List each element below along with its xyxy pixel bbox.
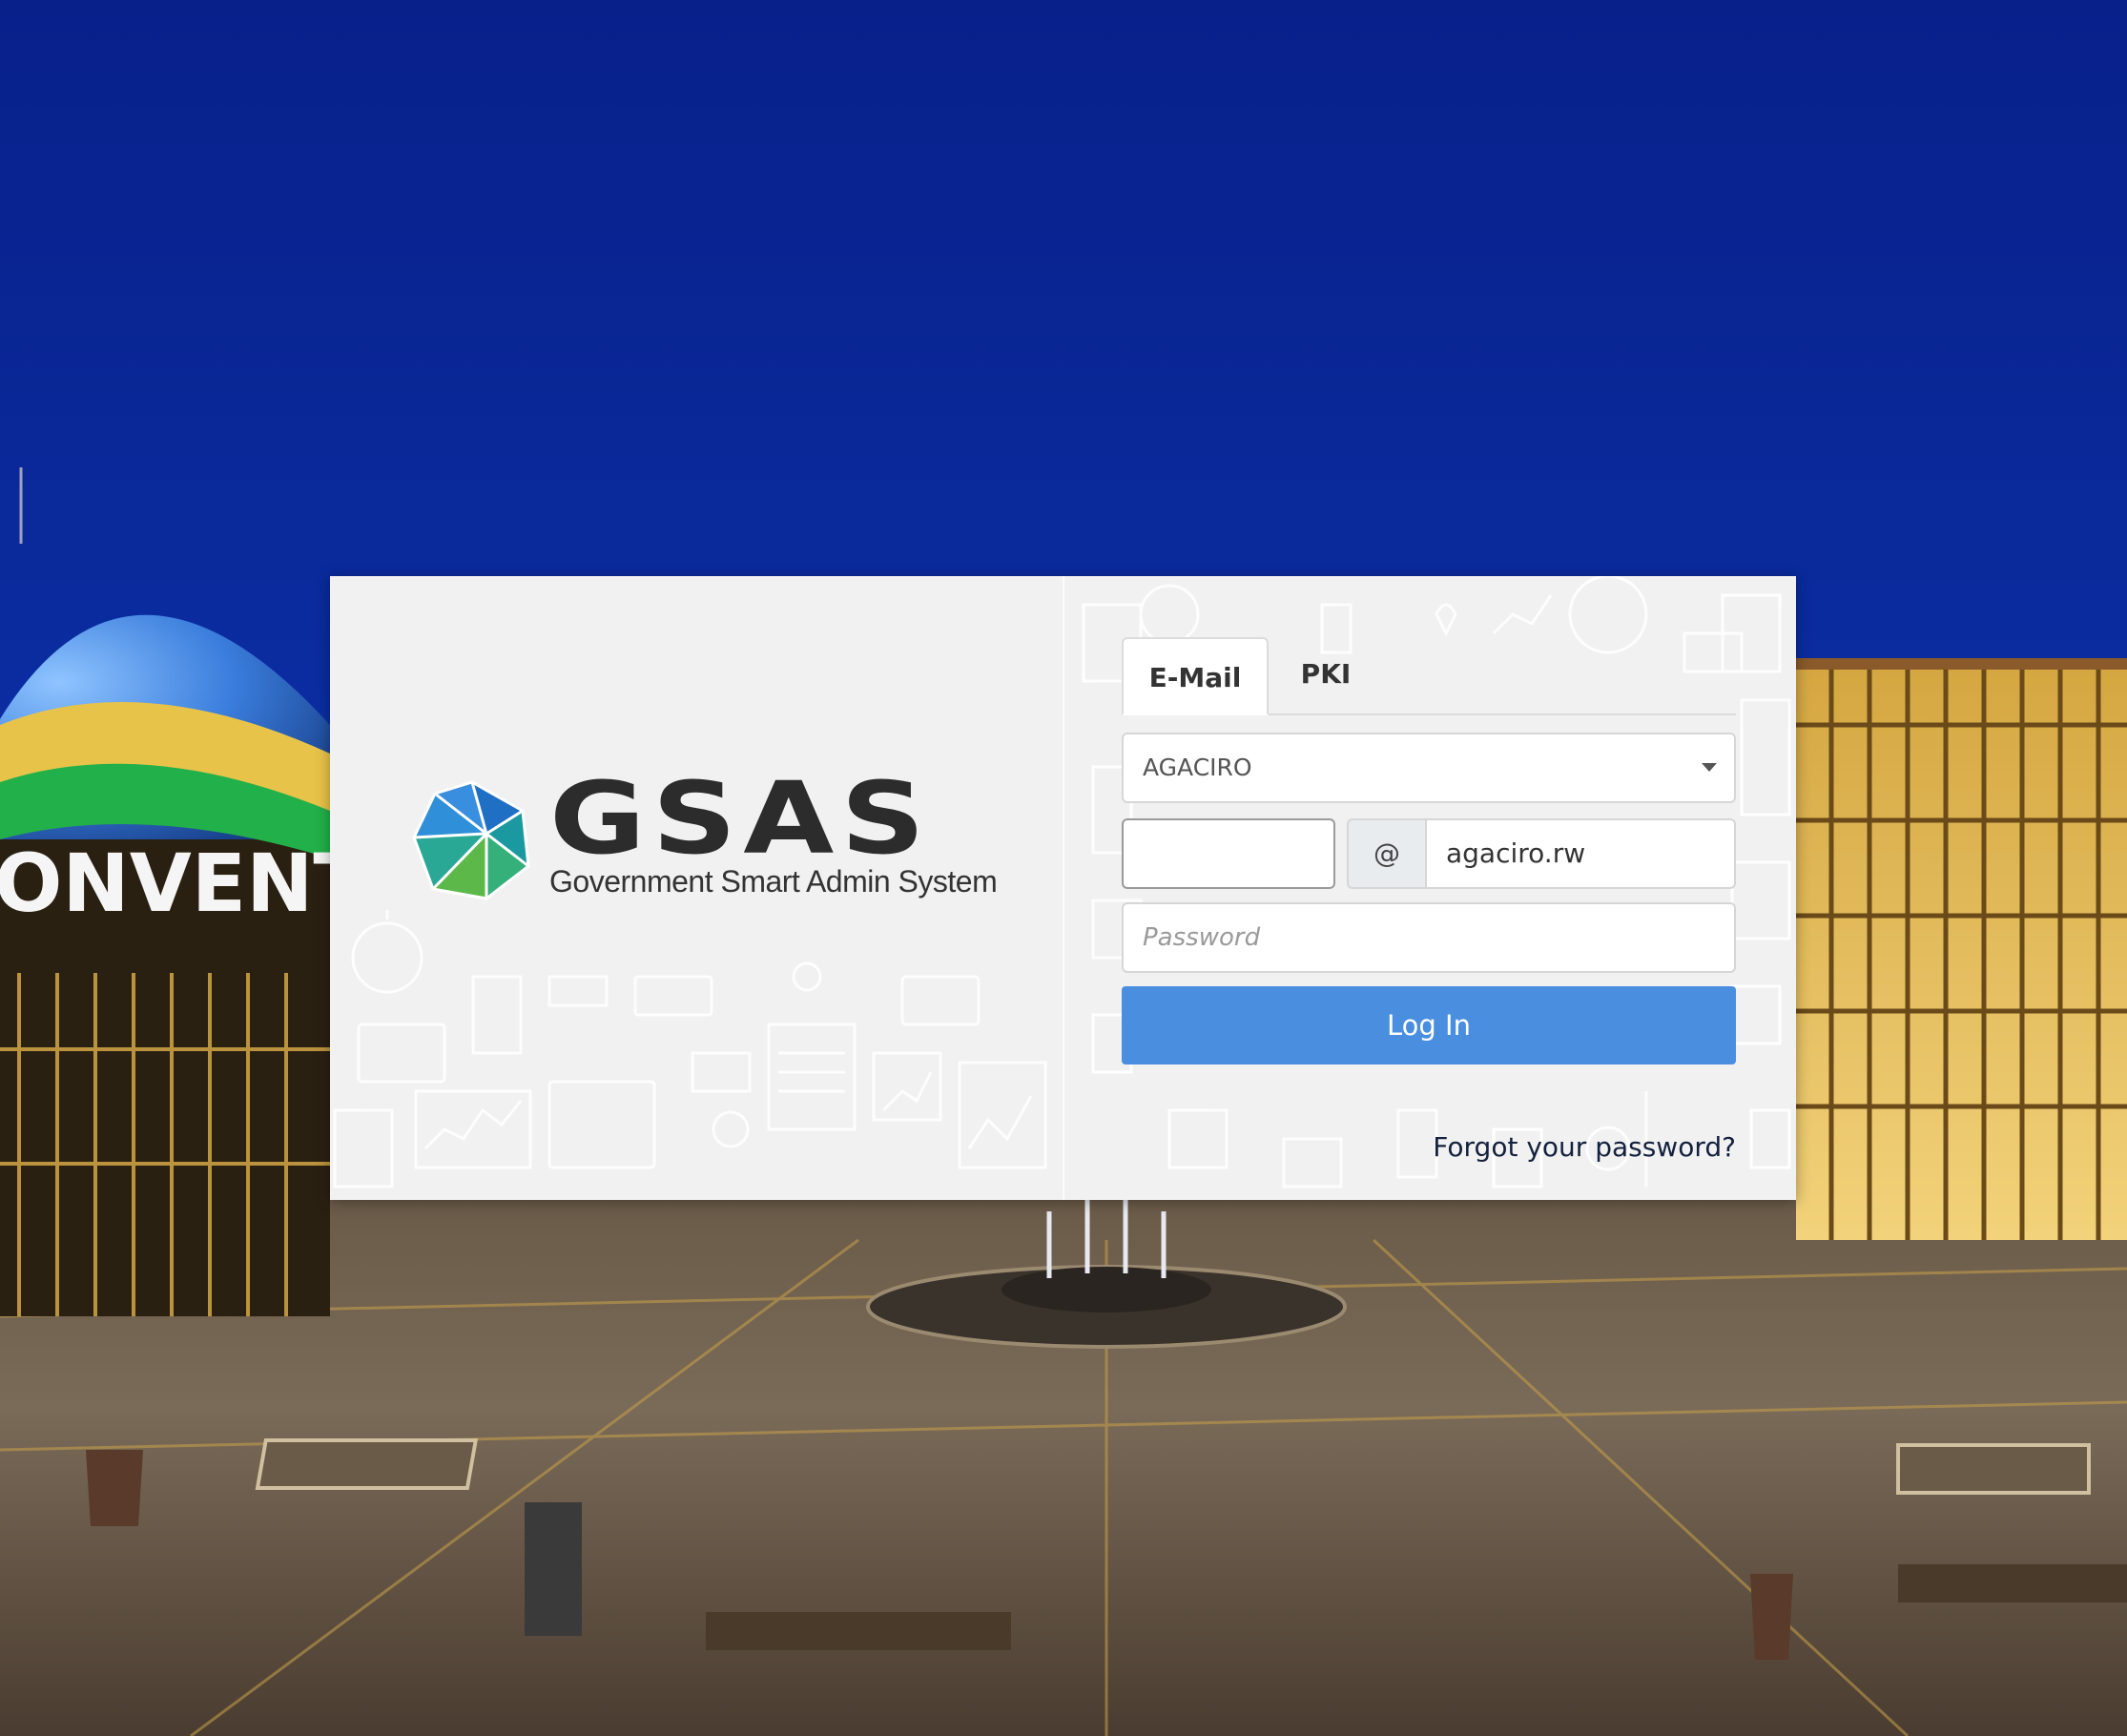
login-tabs: E-Mail PKI xyxy=(1122,635,1736,715)
gsas-logo: GSAS Government Smart Admin System xyxy=(410,769,998,910)
tab-email[interactable]: E-Mail xyxy=(1122,637,1269,715)
chevron-down-icon xyxy=(1702,763,1717,772)
organization-select[interactable]: AGACIRO xyxy=(1122,733,1736,803)
login-form: E-Mail PKI AGACIRO @ agaciro.rw Password… xyxy=(1122,635,1736,1163)
login-card: GSAS Government Smart Admin System E-Mai… xyxy=(330,576,1796,1200)
organization-select-value: AGACIRO xyxy=(1143,754,1252,781)
logo-tagline: Government Smart Admin System xyxy=(549,864,998,899)
username-input[interactable] xyxy=(1122,818,1335,889)
at-symbol-addon: @ xyxy=(1347,818,1425,889)
logo-wordmark: GSAS xyxy=(549,760,932,877)
tab-pki[interactable]: PKI xyxy=(1269,635,1383,713)
convention-sign-text: ONVENT xyxy=(0,837,368,930)
gsas-logo-icon xyxy=(412,780,530,900)
password-input[interactable]: Password xyxy=(1122,902,1736,973)
forgot-password-link[interactable]: Forgot your password? xyxy=(1433,1131,1736,1163)
login-button[interactable]: Log In xyxy=(1122,986,1736,1064)
email-domain-field[interactable]: agaciro.rw xyxy=(1425,818,1736,889)
card-divider xyxy=(1063,576,1064,1200)
